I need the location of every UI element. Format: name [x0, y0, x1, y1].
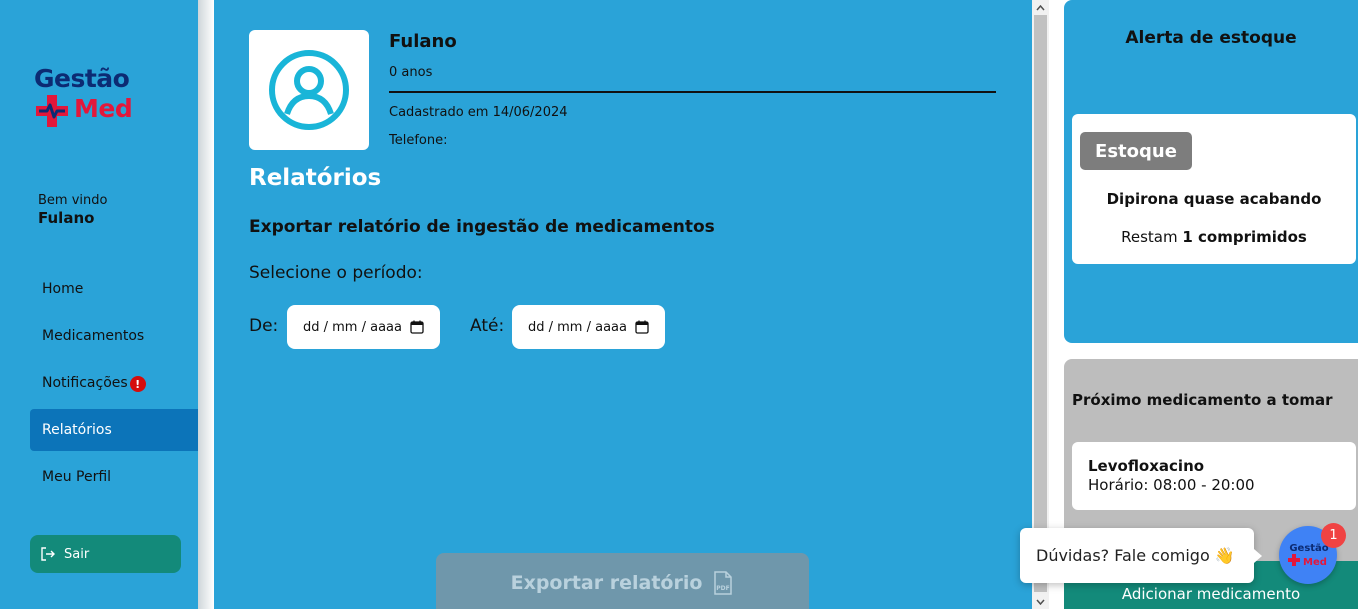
sidebar-item-notificacoes[interactable]: Notificações ! [30, 362, 198, 404]
sidebar-item-label: Notificações [42, 375, 128, 391]
sidebar-item-home[interactable]: Home [30, 268, 198, 310]
app-logo[interactable]: Gestão Med [34, 64, 154, 128]
sidebar-item-label: Home [42, 281, 84, 297]
export-section-title: Exportar relatório de ingestão de medica… [249, 217, 715, 237]
user-circle-icon [269, 50, 349, 130]
profile-age: 0 anos [389, 65, 433, 80]
period-label: Selecione o período: [249, 263, 423, 283]
logo-text-bottom: Med [74, 94, 133, 123]
profile-avatar [249, 30, 369, 150]
logo-text-top: Gestão [34, 64, 130, 93]
sidebar-item-label: Meu Perfil [42, 469, 112, 485]
sidebar-item-medicamentos[interactable]: Medicamentos [30, 315, 198, 357]
to-date-value: dd / mm / aaaa [528, 319, 627, 335]
chat-avatar-logo-top: Gestão [1289, 543, 1328, 554]
chat-help-bubble[interactable]: Dúvidas? Fale comigo 👋 [1020, 528, 1262, 583]
sidebar-item-relatorios[interactable]: Relatórios [30, 409, 198, 451]
sidebar-item-label: Medicamentos [42, 328, 145, 344]
chat-unread-badge: 1 [1321, 523, 1346, 548]
profile-divider [389, 91, 996, 93]
sidebar: Gestão Med Bem vindo Fulano Home Medicam… [0, 0, 198, 609]
welcome-name: Fulano [38, 209, 95, 227]
next-medication-title: Próximo medicamento a tomar [1072, 391, 1333, 409]
sidebar-item-meu-perfil[interactable]: Meu Perfil [30, 456, 198, 498]
medication-name: Levofloxacino [1088, 457, 1205, 475]
chat-help-message: Dúvidas? Fale comigo 👋 [1036, 546, 1235, 565]
to-date-label: Até: [470, 316, 505, 336]
welcome-block: Bem vindo Fulano [38, 193, 107, 227]
page-title: Relatórios [249, 165, 382, 191]
from-date-input[interactable]: dd / mm / aaaa [287, 305, 440, 349]
svg-text:PDF: PDF [717, 585, 730, 592]
stock-alert-panel: Alerta de estoque Estoque Dipirona quase… [1064, 0, 1358, 343]
stock-badge: Estoque [1080, 132, 1192, 170]
logout-button[interactable]: Sair [30, 535, 181, 573]
chat-avatar-logo-bottom: Med [1303, 557, 1327, 568]
profile-registered-date: Cadastrado em 14/06/2024 [389, 105, 568, 120]
profile-name: Fulano [389, 31, 457, 52]
page-scrollbar[interactable] [1032, 0, 1049, 609]
stock-remaining-value: 1 comprimidos [1182, 228, 1307, 246]
logout-icon [41, 547, 55, 561]
medical-cross-icon [36, 95, 68, 127]
from-date-value: dd / mm / aaaa [303, 319, 402, 335]
pdf-icon: PDF [714, 571, 733, 595]
scroll-down-icon[interactable] [1032, 594, 1049, 609]
stock-alert-title: Alerta de estoque [1125, 28, 1297, 48]
export-report-label: Exportar relatório [510, 572, 703, 594]
stock-remaining: Restam 1 comprimidos [1072, 228, 1356, 246]
welcome-label: Bem vindo [38, 193, 108, 208]
next-medication-card: Levofloxacino Horário: 08:00 - 20:00 [1072, 442, 1356, 510]
export-report-button[interactable]: Exportar relatório PDF [436, 553, 809, 609]
profile-phone: Telefone: [389, 133, 448, 148]
sidebar-item-label: Relatórios [42, 422, 112, 438]
notification-alert-badge: ! [129, 376, 146, 392]
sidebar-divider [198, 0, 214, 609]
scrollbar-thumb[interactable] [1034, 15, 1047, 592]
stock-remaining-prefix: Restam [1121, 228, 1183, 246]
scroll-up-icon[interactable] [1032, 0, 1049, 15]
stock-alert-card: Estoque Dipirona quase acabando Restam 1… [1072, 114, 1356, 264]
add-medication-label: Adicionar medicamento [1121, 585, 1301, 603]
sidebar-nav: Home Medicamentos Notificações ! Relatór… [30, 268, 198, 503]
calendar-icon[interactable] [410, 320, 424, 334]
to-date-input[interactable]: dd / mm / aaaa [512, 305, 665, 349]
main-panel: Fulano 0 anos Cadastrado em 14/06/2024 T… [214, 0, 1032, 609]
stock-alert-message: Dipirona quase acabando [1106, 190, 1322, 208]
from-date-label: De: [249, 316, 279, 336]
calendar-icon[interactable] [635, 320, 649, 334]
medication-schedule: Horário: 08:00 - 20:00 [1088, 476, 1255, 494]
logout-label: Sair [64, 546, 90, 562]
